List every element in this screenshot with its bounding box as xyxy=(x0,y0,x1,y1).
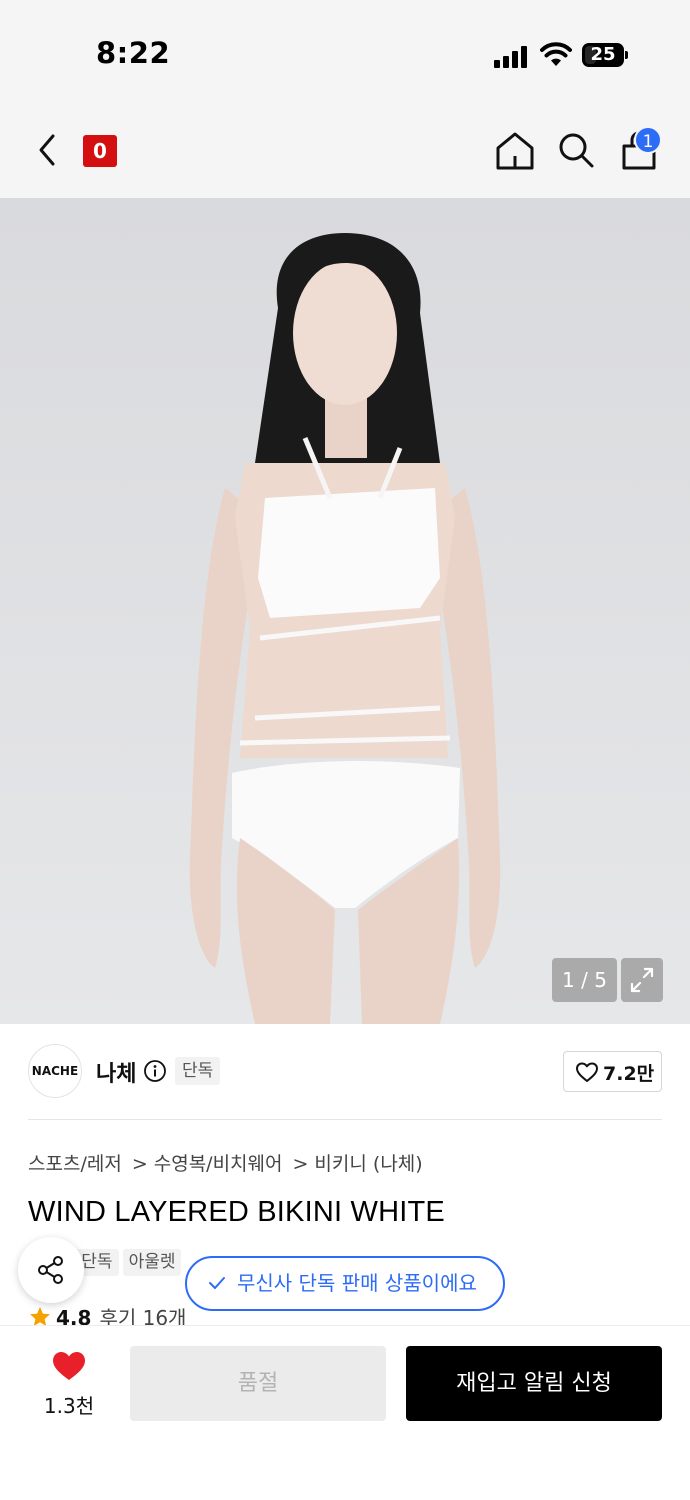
expand-icon xyxy=(630,967,654,993)
bottom-action-bar: 1.3천 품절 재입고 알림 신청 xyxy=(0,1325,690,1500)
brand-name[interactable]: 나체 xyxy=(96,1056,136,1088)
divider xyxy=(28,1119,662,1120)
home-icon[interactable] xyxy=(494,130,536,172)
store-logo[interactable]: 0 xyxy=(83,135,117,167)
back-arrow-icon[interactable] xyxy=(32,130,62,170)
brand-logo[interactable]: NACHE xyxy=(28,1044,82,1098)
wishlist-button[interactable]: 1.3천 xyxy=(36,1346,102,1426)
product-title: WIND LAYERED BIKINI WHITE xyxy=(28,1196,445,1228)
status-bar: 8:22 25 xyxy=(0,0,690,100)
expand-image-button[interactable] xyxy=(621,958,663,1002)
status-time: 8:22 xyxy=(96,36,171,70)
breadcrumb: 스포츠/레저 > 수영복/비치웨어 > 비키니 (나체) xyxy=(28,1149,423,1176)
model-photo xyxy=(0,198,690,1024)
exclusive-sale-banner[interactable]: 무신사 단독 판매 상품이에요 xyxy=(185,1256,505,1311)
battery-level: 25 xyxy=(590,44,616,65)
exclusive-tag: 단독 xyxy=(175,1057,221,1085)
exclusive-banner-text: 무신사 단독 판매 상품이에요 xyxy=(237,1271,477,1295)
cellular-signal-icon xyxy=(494,44,530,68)
cart-count-badge: 1 xyxy=(634,126,662,154)
product-image[interactable] xyxy=(0,198,690,1024)
info-icon[interactable] xyxy=(143,1059,167,1083)
check-icon xyxy=(209,1277,225,1289)
battery-indicator: 25 xyxy=(582,43,628,67)
breadcrumb-separator: > xyxy=(131,1153,148,1175)
share-icon xyxy=(38,1256,63,1284)
breadcrumb-separator: > xyxy=(292,1153,309,1175)
breadcrumb-item-current[interactable]: 비키니 (나체) xyxy=(314,1153,422,1175)
nav-header: 0 xyxy=(0,100,690,198)
breadcrumb-item-subcategory[interactable]: 수영복/비치웨어 xyxy=(154,1153,283,1175)
wishlist-count: 1.3천 xyxy=(43,1394,95,1418)
tag-outlet: 아울렛 xyxy=(122,1249,182,1276)
wifi-icon xyxy=(540,42,572,66)
soldout-button[interactable]: 품절 xyxy=(130,1346,386,1421)
breadcrumb-item-category[interactable]: 스포츠/레저 xyxy=(28,1153,122,1175)
brand-like-button[interactable]: 7.2만 xyxy=(563,1051,662,1092)
heart-outline-icon xyxy=(576,1062,598,1082)
search-icon[interactable] xyxy=(556,130,596,170)
image-counter: 1 / 5 xyxy=(552,958,617,1002)
brand-like-count: 7.2만 xyxy=(603,1063,655,1085)
share-button[interactable] xyxy=(18,1237,84,1303)
restock-alert-button[interactable]: 재입고 알림 신청 xyxy=(406,1346,662,1421)
heart-filled-icon xyxy=(53,1352,85,1380)
